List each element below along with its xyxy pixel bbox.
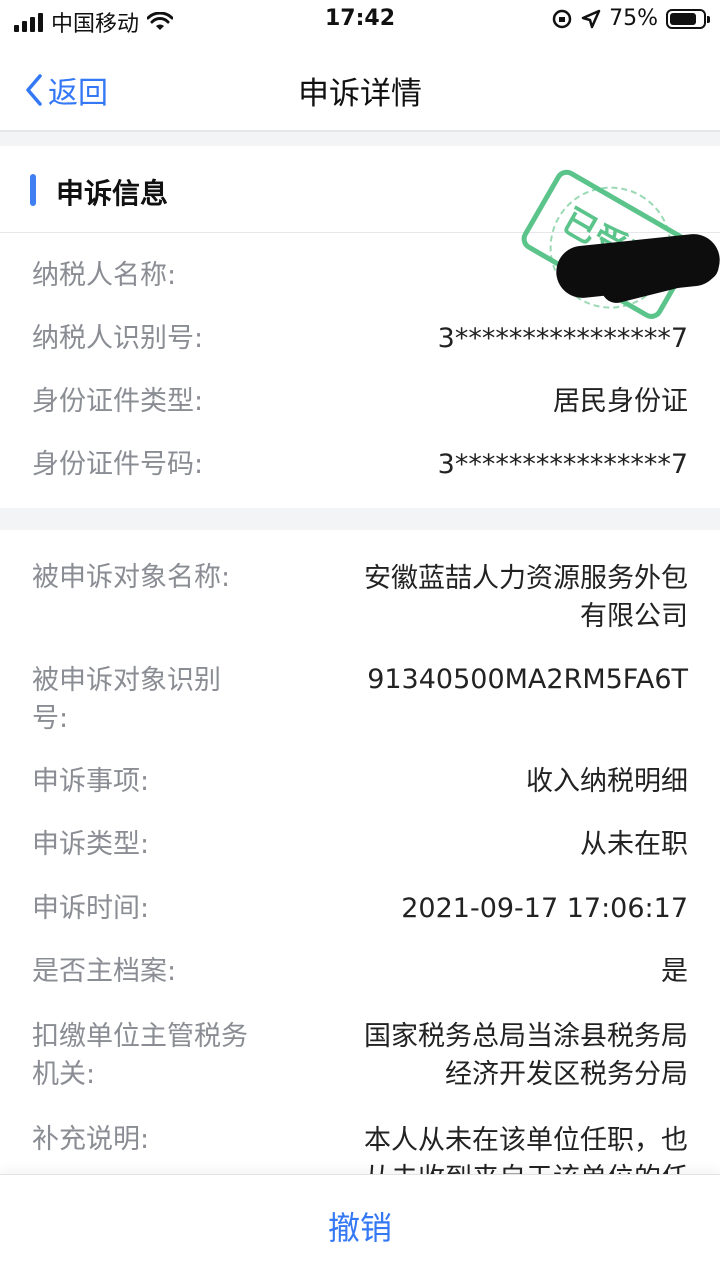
taxpayer-name-label: 纳税人名称: xyxy=(32,260,177,291)
cert-no-value: 3****************7 xyxy=(437,449,688,480)
revoke-button[interactable]: 撤销 xyxy=(0,1203,720,1249)
nav-bar: 返回 申诉详情 xyxy=(0,40,720,132)
authority-label: 扣缴单位主管税务 机关: xyxy=(32,1018,248,1094)
target-name-value: 安徽蓝喆人力资源服务外包 有限公司 xyxy=(364,560,688,636)
type-label: 申诉类型: xyxy=(32,829,150,860)
complaint-info-card: 被申诉对象名称: 安徽蓝喆人力资源服务外包 有限公司 被申诉对象识别 号: 91… xyxy=(0,530,720,1230)
target-name-line1: 安徽蓝喆人力资源服务外包 xyxy=(364,563,688,594)
section-accent-bar xyxy=(30,174,36,206)
target-id-label-line1: 被申诉对象识别 xyxy=(32,665,221,696)
taxpayer-id-value: 3****************7 xyxy=(437,323,688,354)
authority-label-line2: 机关: xyxy=(32,1059,96,1090)
item-label: 申诉事项: xyxy=(32,766,150,797)
target-name-label: 被申诉对象名称: xyxy=(32,562,231,593)
item-value: 收入纳税明细 xyxy=(526,766,688,797)
location-icon xyxy=(581,9,601,28)
cert-type-value: 居民身份证 xyxy=(553,386,688,417)
time-label: 申诉时间: xyxy=(32,893,150,924)
authority-value-line1: 国家税务总局当涂县税务局 xyxy=(364,1021,688,1052)
main-file-label: 是否主档案: xyxy=(32,956,177,987)
page-title: 申诉详情 xyxy=(298,76,422,112)
taxpayer-info-card: 申诉信息 纳税人名称: 纳税人识别号: 3****************7 身… xyxy=(0,146,720,508)
status-right: 75% xyxy=(551,6,710,31)
authority-value-line2: 经济开发区税务分局 xyxy=(445,1059,688,1090)
section-title: 申诉信息 xyxy=(56,177,169,210)
status-bar: 中国移动 17:42 75% xyxy=(0,0,720,40)
target-id-value: 91340500MA2RM5FA6T xyxy=(367,664,688,695)
type-value: 从未在职 xyxy=(580,829,688,860)
section-header: 申诉信息 xyxy=(0,146,720,233)
time-value: 2021-09-17 17:06:17 xyxy=(401,893,688,924)
battery-icon xyxy=(666,8,710,29)
note-label: 补充说明: xyxy=(32,1124,150,1155)
authority-value: 国家税务总局当涂县税务局 经济开发区税务分局 xyxy=(364,1018,688,1094)
battery-percent: 75% xyxy=(609,6,658,31)
target-id-label-line2: 号: xyxy=(32,703,69,734)
target-name-line2: 有限公司 xyxy=(580,601,688,632)
taxpayer-id-label: 纳税人识别号: xyxy=(32,323,204,354)
target-id-label: 被申诉对象识别 号: xyxy=(32,662,221,738)
note-line1: 本人从未在该单位任职，也 xyxy=(364,1125,688,1156)
orientation-lock-icon xyxy=(552,9,572,28)
bottom-action-bar: 撤销 xyxy=(0,1174,720,1281)
main-file-value: 是 xyxy=(661,956,688,987)
cert-no-label: 身份证件号码: xyxy=(32,449,204,480)
cert-type-label: 身份证件类型: xyxy=(32,386,204,417)
authority-label-line1: 扣缴单位主管税务 xyxy=(32,1021,248,1052)
